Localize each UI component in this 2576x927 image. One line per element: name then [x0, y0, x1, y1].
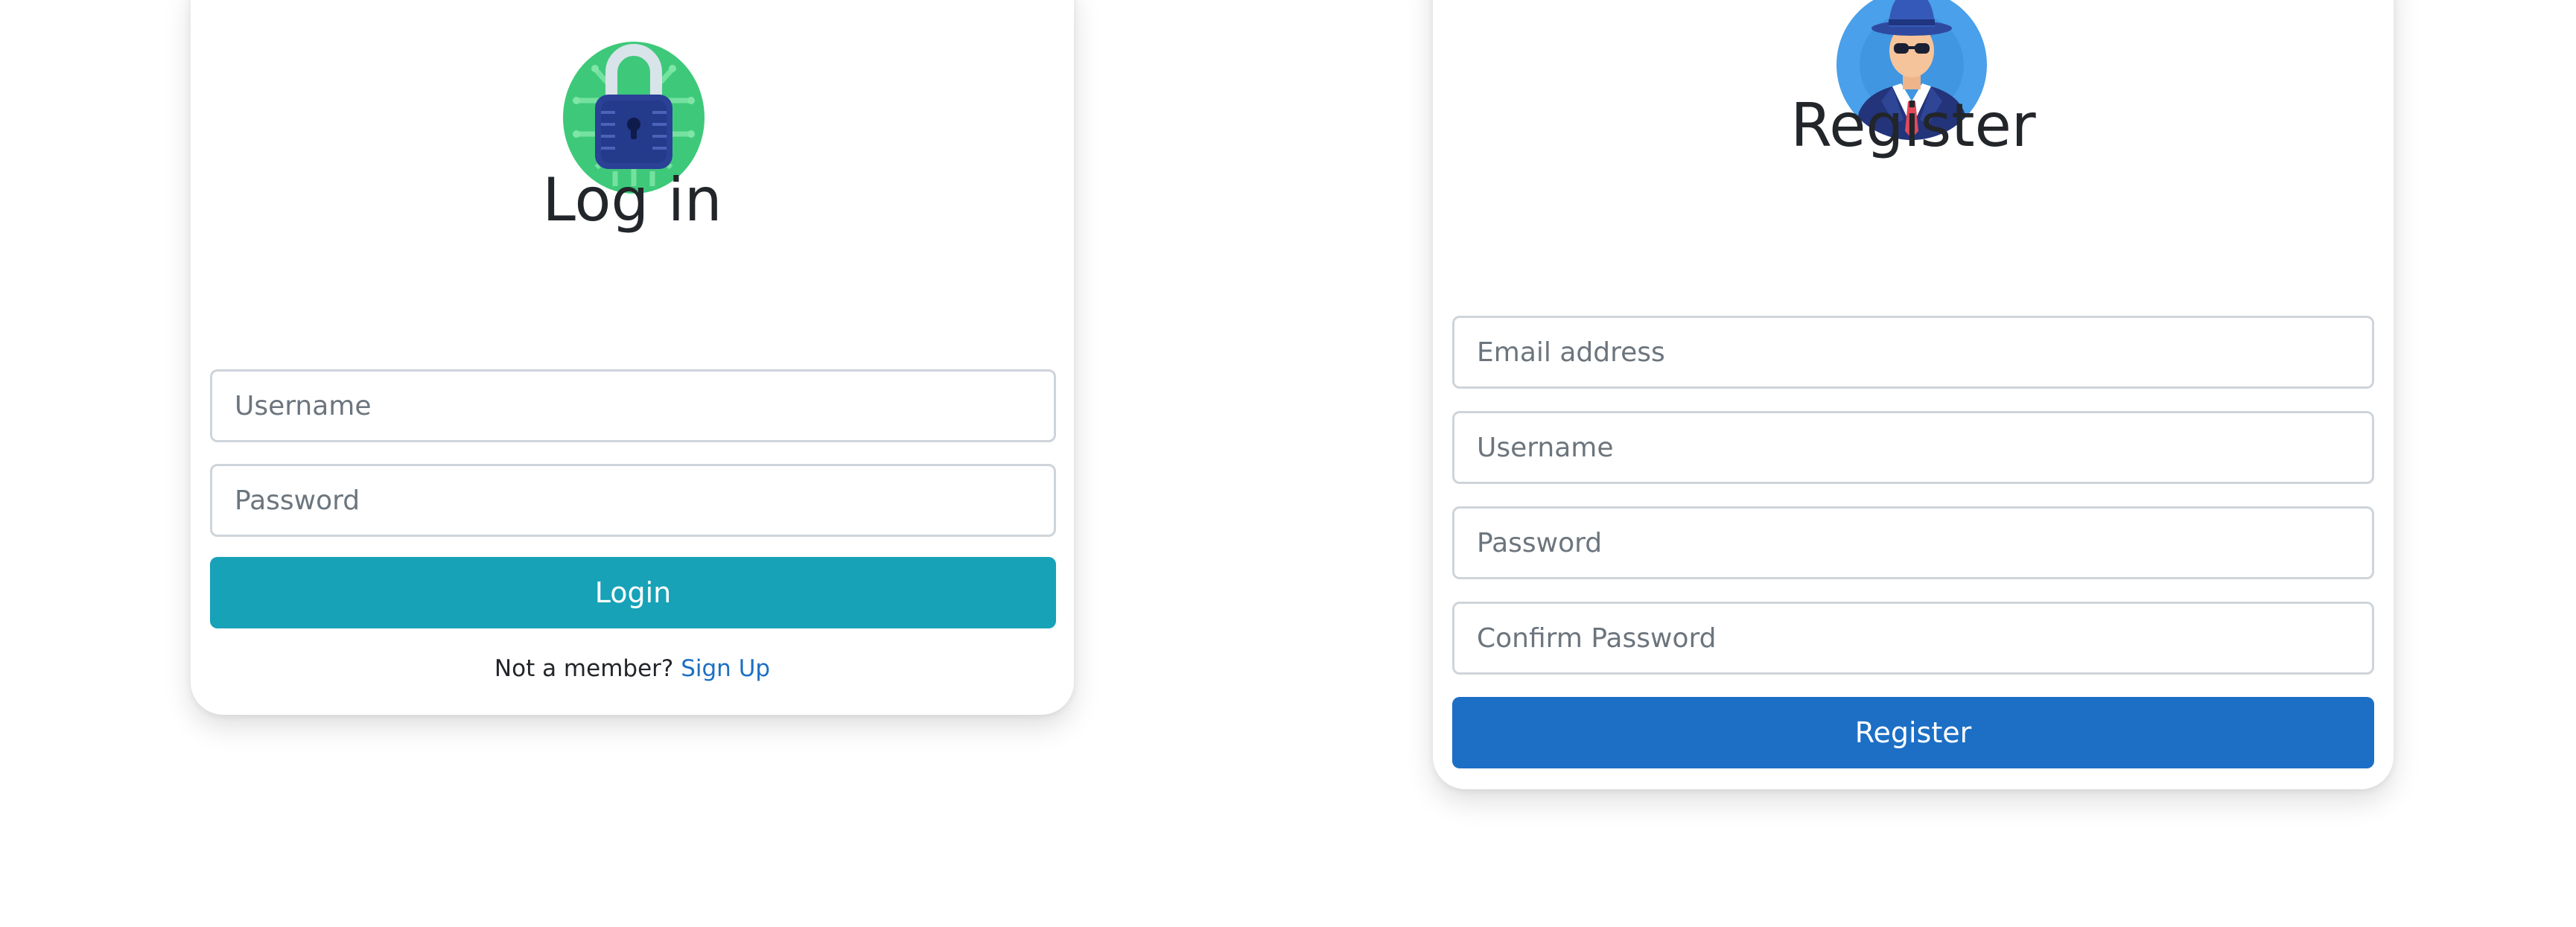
signup-prompt-text: Not a member? — [494, 655, 674, 682]
password-input[interactable]: Password — [210, 464, 1056, 537]
username-input[interactable]: Username — [210, 369, 1056, 442]
register-username-input[interactable]: Username — [1452, 411, 2374, 484]
login-button[interactable]: Login — [210, 557, 1056, 628]
register-title: Register — [1790, 91, 2036, 160]
signup-prompt: Not a member? Sign Up — [191, 655, 1074, 682]
auth-page: Log in Username Password Login Not a mem… — [0, 0, 2576, 927]
register-card: Register Email address Username Password… — [1433, 0, 2394, 789]
username-placeholder: Username — [235, 390, 372, 421]
signup-link[interactable]: Sign Up — [681, 655, 770, 682]
confirm-password-placeholder: Confirm Password — [1477, 622, 1717, 654]
login-title: Log in — [542, 165, 722, 235]
register-password-placeholder: Password — [1477, 527, 1603, 558]
login-card: Log in Username Password Login Not a mem… — [191, 0, 1074, 715]
register-button[interactable]: Register — [1452, 697, 2374, 768]
register-username-placeholder: Username — [1477, 432, 1614, 463]
register-password-input[interactable]: Password — [1452, 506, 2374, 579]
password-placeholder: Password — [235, 485, 360, 516]
confirm-password-input[interactable]: Confirm Password — [1452, 602, 2374, 675]
email-input[interactable]: Email address — [1452, 316, 2374, 389]
email-placeholder: Email address — [1477, 337, 1665, 368]
